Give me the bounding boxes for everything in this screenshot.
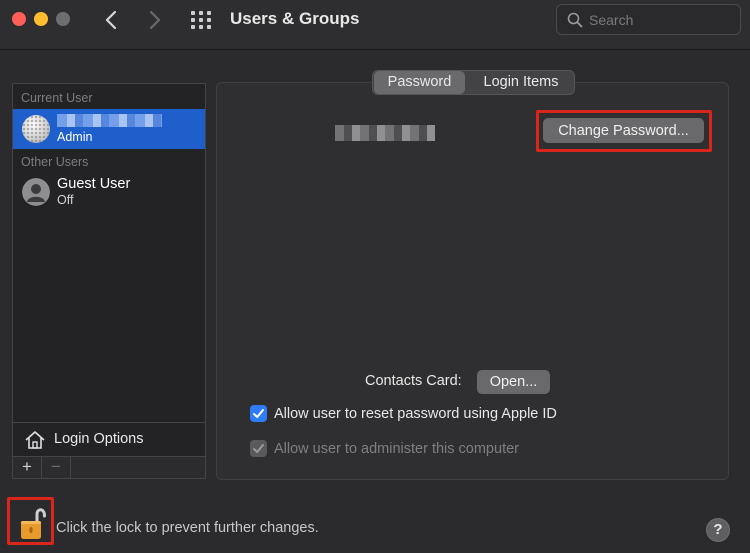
window-title: Users & Groups — [230, 9, 360, 28]
open-contacts-card-button[interactable]: Open... — [477, 370, 550, 394]
redacted-user-name — [57, 114, 162, 127]
user-row-guest[interactable]: Guest User Off — [13, 172, 205, 212]
forward-chevron-icon[interactable] — [142, 8, 166, 32]
redacted-account-name — [335, 125, 435, 141]
change-password-button[interactable]: Change Password... — [543, 118, 704, 143]
minimize-window-button[interactable] — [34, 12, 48, 26]
tab-login-items[interactable]: Login Items — [468, 71, 574, 94]
contacts-card-label: Contacts Card: — [365, 373, 462, 389]
unlocked-padlock-icon — [21, 508, 46, 539]
segmented-tabs: Password Login Items — [372, 70, 575, 95]
tab-password[interactable]: Password — [374, 71, 465, 94]
user-row-current[interactable]: Admin — [13, 109, 205, 149]
house-icon — [25, 431, 45, 449]
sidebar-button-bar: + − — [13, 456, 205, 478]
other-users-section-label: Other Users — [21, 155, 89, 169]
checkmark-icon — [253, 444, 264, 453]
user-role: Admin — [57, 130, 93, 144]
lock-button[interactable] — [7, 497, 54, 545]
allow-admin-checkbox[interactable] — [250, 440, 267, 457]
lock-status-text: Click the lock to prevent further change… — [56, 520, 319, 536]
zoom-window-button[interactable] — [56, 12, 70, 26]
add-user-button[interactable]: + — [13, 457, 42, 478]
person-silhouette-avatar — [22, 178, 50, 206]
login-options-label: Login Options — [54, 431, 144, 447]
close-window-button[interactable] — [12, 12, 26, 26]
show-all-grid-icon[interactable] — [190, 10, 212, 30]
search-icon — [567, 12, 583, 28]
golf-ball-avatar — [22, 115, 50, 143]
allow-reset-checkbox[interactable] — [250, 405, 267, 422]
allow-reset-label: Allow user to reset password using Apple… — [274, 406, 557, 422]
remove-user-button[interactable]: − — [42, 457, 71, 478]
title-bar: Users & Groups — [0, 0, 750, 50]
back-chevron-icon[interactable] — [100, 8, 124, 32]
user-name: Guest User — [57, 176, 131, 192]
search-input[interactable] — [589, 10, 734, 30]
allow-admin-label: Allow user to administer this computer — [274, 441, 519, 457]
user-role: Off — [57, 193, 74, 207]
users-sidebar: Current User Admin Other Users Guest Use… — [12, 83, 206, 479]
search-field[interactable] — [556, 4, 741, 35]
current-user-section-label: Current User — [21, 91, 93, 105]
checkmark-icon — [253, 409, 264, 418]
login-options-item[interactable]: Login Options — [13, 422, 205, 456]
help-button[interactable]: ? — [706, 518, 730, 542]
